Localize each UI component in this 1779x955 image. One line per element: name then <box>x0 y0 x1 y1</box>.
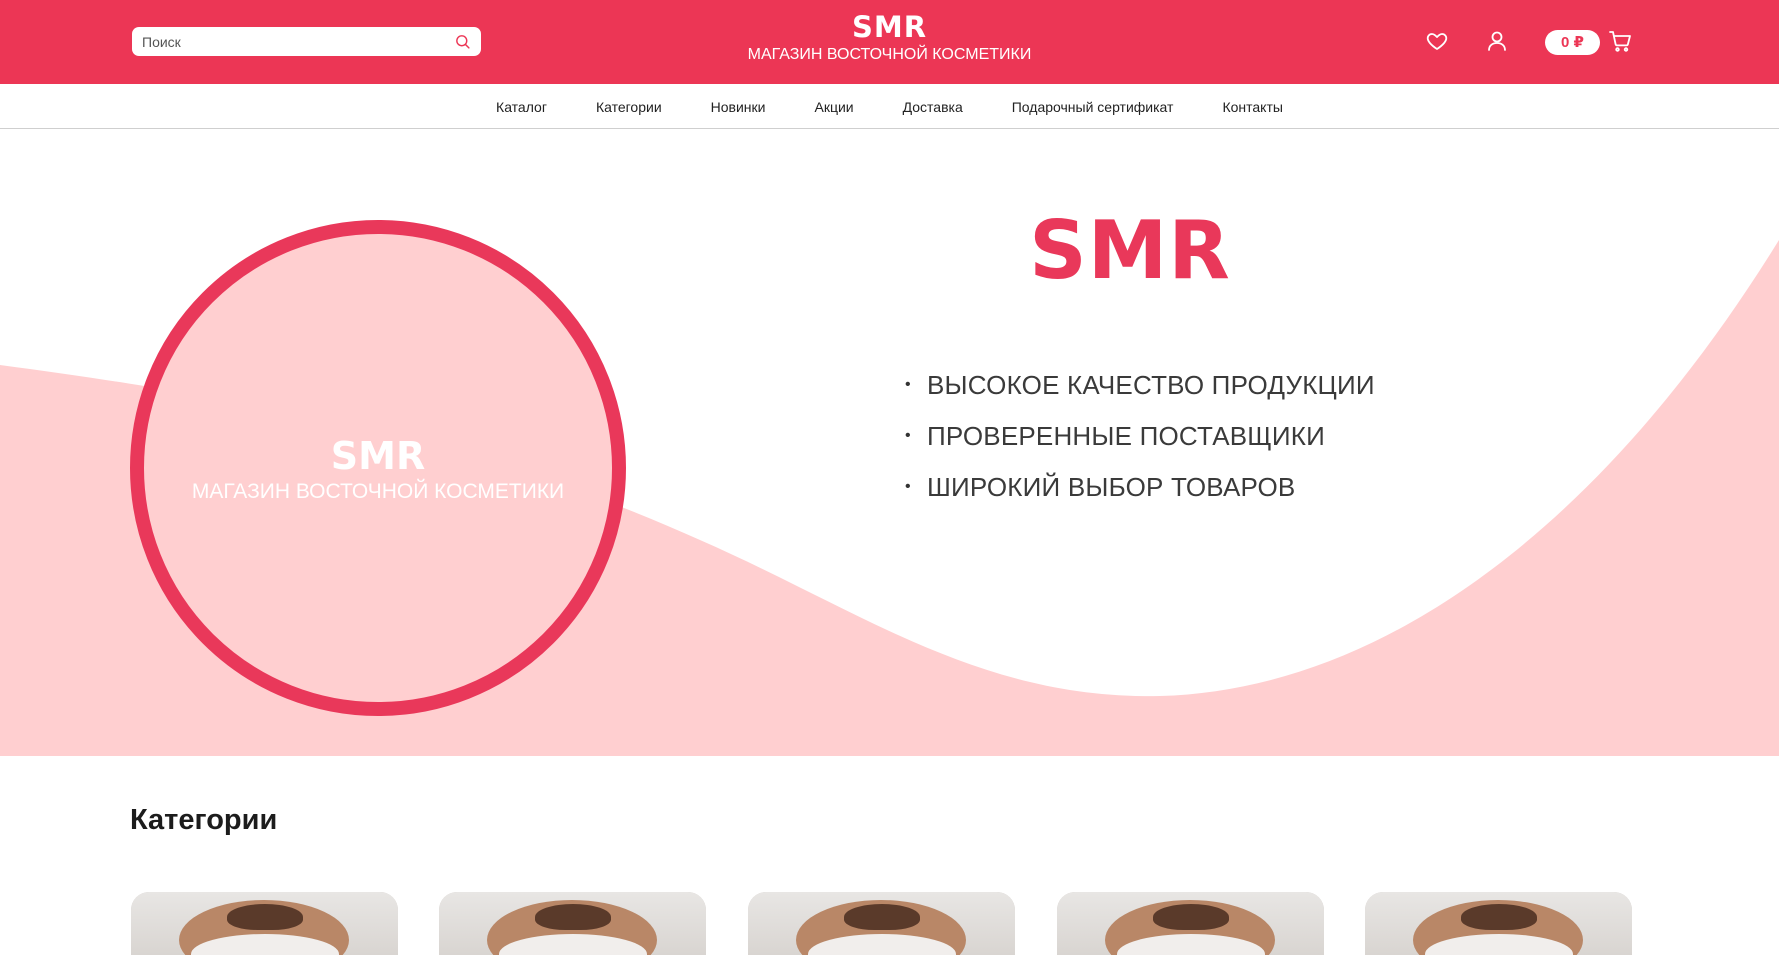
category-card[interactable] <box>439 892 706 955</box>
header-bar: SMR МАГАЗИН ВОСТОЧНОЙ КОСМЕТИКИ 0 ₽ <box>0 0 1779 84</box>
category-card[interactable] <box>1057 892 1324 955</box>
category-image-detail <box>1153 904 1229 930</box>
categories-heading: Категории <box>130 804 278 836</box>
nav-item-new[interactable]: Новинки <box>711 99 766 115</box>
nav-item-sales[interactable]: Акции <box>814 99 853 115</box>
cart-total-badge[interactable]: 0 ₽ <box>1545 30 1600 55</box>
hero-logo-circle: SMR МАГАЗИН ВОСТОЧНОЙ КОСМЕТИКИ <box>130 220 626 716</box>
category-card[interactable] <box>1365 892 1632 955</box>
hero-circle-brand: SMR <box>330 434 426 478</box>
nav-item-gift-certificate[interactable]: Подарочный сертификат <box>1012 99 1174 115</box>
category-image-detail <box>535 904 611 930</box>
hero-banner: SMR МАГАЗИН ВОСТОЧНОЙ КОСМЕТИКИ SMR ВЫСО… <box>0 130 1779 756</box>
nav-item-categories[interactable]: Категории <box>596 99 662 115</box>
heart-icon[interactable] <box>1425 29 1449 53</box>
hero-features-list: ВЫСОКОЕ КАЧЕСТВО ПРОДУКЦИИ ПРОВЕРЕННЫЕ П… <box>905 365 1375 518</box>
feature-item: ШИРОКИЙ ВЫБОР ТОВАРОВ <box>905 467 1375 518</box>
nav-item-catalog[interactable]: Каталог <box>496 99 547 115</box>
logo: SMR МАГАЗИН ВОСТОЧНОЙ КОСМЕТИКИ <box>0 12 1779 66</box>
category-card[interactable] <box>131 892 398 955</box>
hero-circle-tagline: МАГАЗИН ВОСТОЧНОЙ КОСМЕТИКИ <box>191 480 565 503</box>
logo-tagline: МАГАЗИН ВОСТОЧНОЙ КОСМЕТИКИ <box>747 46 1032 63</box>
category-card[interactable] <box>748 892 1015 955</box>
cart-icon[interactable] <box>1608 29 1632 53</box>
main-nav: Каталог Категории Новинки Акции Доставка… <box>0 84 1779 129</box>
hero-title: SMR <box>1029 204 1231 297</box>
feature-item: ПРОВЕРЕННЫЕ ПОСТАВЩИКИ <box>905 416 1375 467</box>
category-image-detail <box>844 904 920 930</box>
feature-item: ВЫСОКОЕ КАЧЕСТВО ПРОДУКЦИИ <box>905 365 1375 416</box>
category-image-detail <box>227 904 303 930</box>
nav-item-contacts[interactable]: Контакты <box>1222 99 1282 115</box>
category-image-detail <box>1461 904 1537 930</box>
user-icon[interactable] <box>1485 29 1509 53</box>
logo-brand[interactable]: SMR <box>0 12 1779 42</box>
nav-item-delivery[interactable]: Доставка <box>903 99 963 115</box>
